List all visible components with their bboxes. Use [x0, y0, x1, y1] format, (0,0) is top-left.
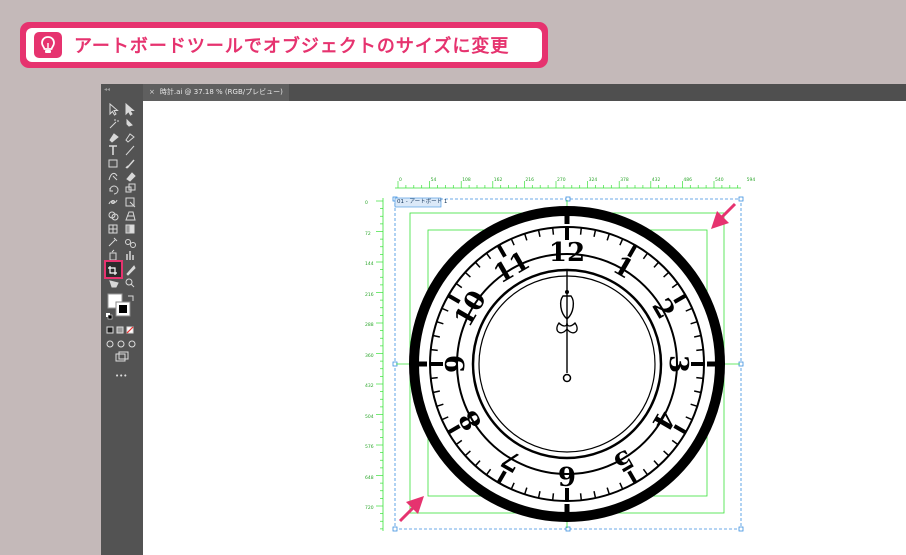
color-icon[interactable]: [106, 326, 114, 334]
type-tool-icon[interactable]: [109, 145, 117, 155]
tip-banner-text: アートボードツールでオブジェクトのサイズに変更: [74, 36, 510, 57]
left-ruler-label: 648: [365, 475, 374, 481]
rectangle-tool-icon[interactable]: [108, 159, 118, 168]
close-tab-icon[interactable]: ×: [149, 88, 155, 96]
gradient-mode-icon[interactable]: [116, 326, 124, 334]
left-ruler-label: 576: [365, 445, 374, 450]
left-ruler-label: 216: [365, 292, 374, 298]
free-transform-tool-icon[interactable]: [125, 197, 136, 208]
clock-numeral: 3: [663, 354, 693, 374]
top-ruler-label: 162: [493, 178, 503, 183]
left-ruler-label: 360: [365, 353, 374, 359]
selection-tool-icon[interactable]: [109, 102, 119, 116]
top-ruler-label: 324: [588, 178, 598, 183]
top-ruler-label: 270: [557, 178, 566, 183]
paintbrush-tool-icon[interactable]: [125, 159, 135, 169]
tools-panel: ◂◂ •••: [101, 84, 143, 555]
perspective-grid-tool-icon[interactable]: [125, 211, 136, 221]
gradient-tool-icon[interactable]: [125, 224, 135, 234]
clock-tick: [579, 227, 583, 235]
left-ruler-label: 144: [365, 262, 374, 267]
lightbulb-icon: [34, 32, 62, 58]
tip-banner-inner: アートボードツールでオブジェクトのサイズに変更: [26, 28, 542, 62]
left-ruler: [376, 198, 384, 531]
zoom-tool-icon[interactable]: [125, 278, 135, 288]
top-ruler-label: 432: [651, 178, 661, 183]
lasso-tool-icon[interactable]: [126, 118, 133, 127]
warp-tool-icon[interactable]: [108, 199, 118, 205]
mesh-tool-icon[interactable]: [108, 224, 118, 234]
document-tab-title: 時計.ai @ 37.18 % (RGB/プレビュー): [159, 88, 283, 96]
clock-tick: [551, 493, 555, 501]
top-ruler-label: 0: [399, 178, 402, 183]
blend-tool-icon[interactable]: [125, 239, 136, 248]
left-ruler-label: 0: [365, 201, 368, 206]
clock-tick: [696, 376, 704, 380]
tip-banner: アートボードツールでオブジェクトのサイズに変更: [20, 22, 548, 68]
clock-numeral: 6: [557, 460, 577, 490]
symbol-sprayer-tool-icon[interactable]: [109, 249, 117, 261]
artwork-svg: [376, 181, 744, 532]
edit-toolbar-button[interactable]: •••: [115, 372, 127, 380]
draw-behind-icon[interactable]: [117, 340, 125, 348]
artboard-name-text: 01 - アートボード 1: [397, 199, 448, 205]
clock-tick: [579, 493, 583, 501]
clock-numeral: 9: [441, 354, 471, 374]
top-ruler-label: 486: [683, 178, 692, 183]
magic-wand-tool-icon[interactable]: [109, 119, 119, 129]
top-ruler-label: 540: [715, 178, 724, 183]
direct-selection-tool-icon[interactable]: [125, 102, 135, 116]
line-tool-icon[interactable]: [125, 145, 135, 156]
artboard-tool-icon[interactable]: [104, 260, 123, 279]
clock-tick: [430, 348, 438, 352]
document-canvas[interactable]: 0 54 108 162 216 270 324 378 432 486 540 594 0 72 144…: [143, 101, 906, 555]
pen-tool-icon[interactable]: [109, 133, 119, 143]
eraser-tool-icon[interactable]: [126, 172, 136, 182]
shaper-tool-icon[interactable]: [108, 172, 118, 181]
clock-tick: [551, 227, 555, 235]
top-ruler-label: 216: [525, 178, 534, 183]
slice-tool-icon[interactable]: [126, 265, 136, 276]
top-ruler-label: 108: [462, 178, 471, 183]
top-ruler-label: 54: [430, 178, 437, 183]
hand-tool-icon[interactable]: [109, 280, 119, 288]
draw-inside-icon[interactable]: [128, 340, 136, 348]
document-tab[interactable]: × 時計.ai @ 37.18 % (RGB/プレビュー): [143, 84, 289, 101]
shape-builder-tool-icon[interactable]: [108, 211, 119, 221]
none-mode-icon[interactable]: [126, 326, 134, 334]
eyedropper-tool-icon[interactable]: [108, 237, 118, 247]
left-ruler-label: 72: [365, 231, 371, 237]
resize-arrow-bottom-left-icon: [398, 496, 424, 523]
column-graph-tool-icon[interactable]: [126, 251, 134, 260]
rotate-tool-icon[interactable]: [109, 185, 119, 195]
draw-normal-icon[interactable]: [106, 340, 114, 348]
toolbar-icons: [104, 102, 136, 362]
left-ruler-label: 720: [365, 506, 374, 511]
stroke-swatch[interactable]: [115, 301, 131, 317]
curvature-tool-icon[interactable]: [125, 133, 135, 143]
clock-numeral: 12: [548, 238, 586, 268]
illustrator-window: × 時計.ai @ 37.18 % (RGB/プレビュー) ◂◂ ••• 0 5…: [101, 84, 906, 555]
clock-tick: [696, 348, 704, 352]
document-tab-bar: × 時計.ai @ 37.18 % (RGB/プレビュー): [101, 84, 906, 101]
left-ruler-label: 432: [365, 384, 374, 389]
left-ruler-label: 288: [365, 323, 374, 328]
resize-arrow-top-right-icon: [711, 202, 737, 229]
top-ruler-label: 594: [746, 178, 756, 183]
scale-tool-icon[interactable]: [125, 183, 136, 193]
left-ruler-label: 504: [365, 414, 374, 420]
screen-mode-icon[interactable]: [115, 351, 129, 362]
clock-tick: [430, 376, 438, 380]
default-colors-icon[interactable]: [106, 313, 113, 320]
top-ruler-label: 378: [620, 178, 629, 183]
swap-fill-stroke-icon[interactable]: [128, 295, 134, 301]
